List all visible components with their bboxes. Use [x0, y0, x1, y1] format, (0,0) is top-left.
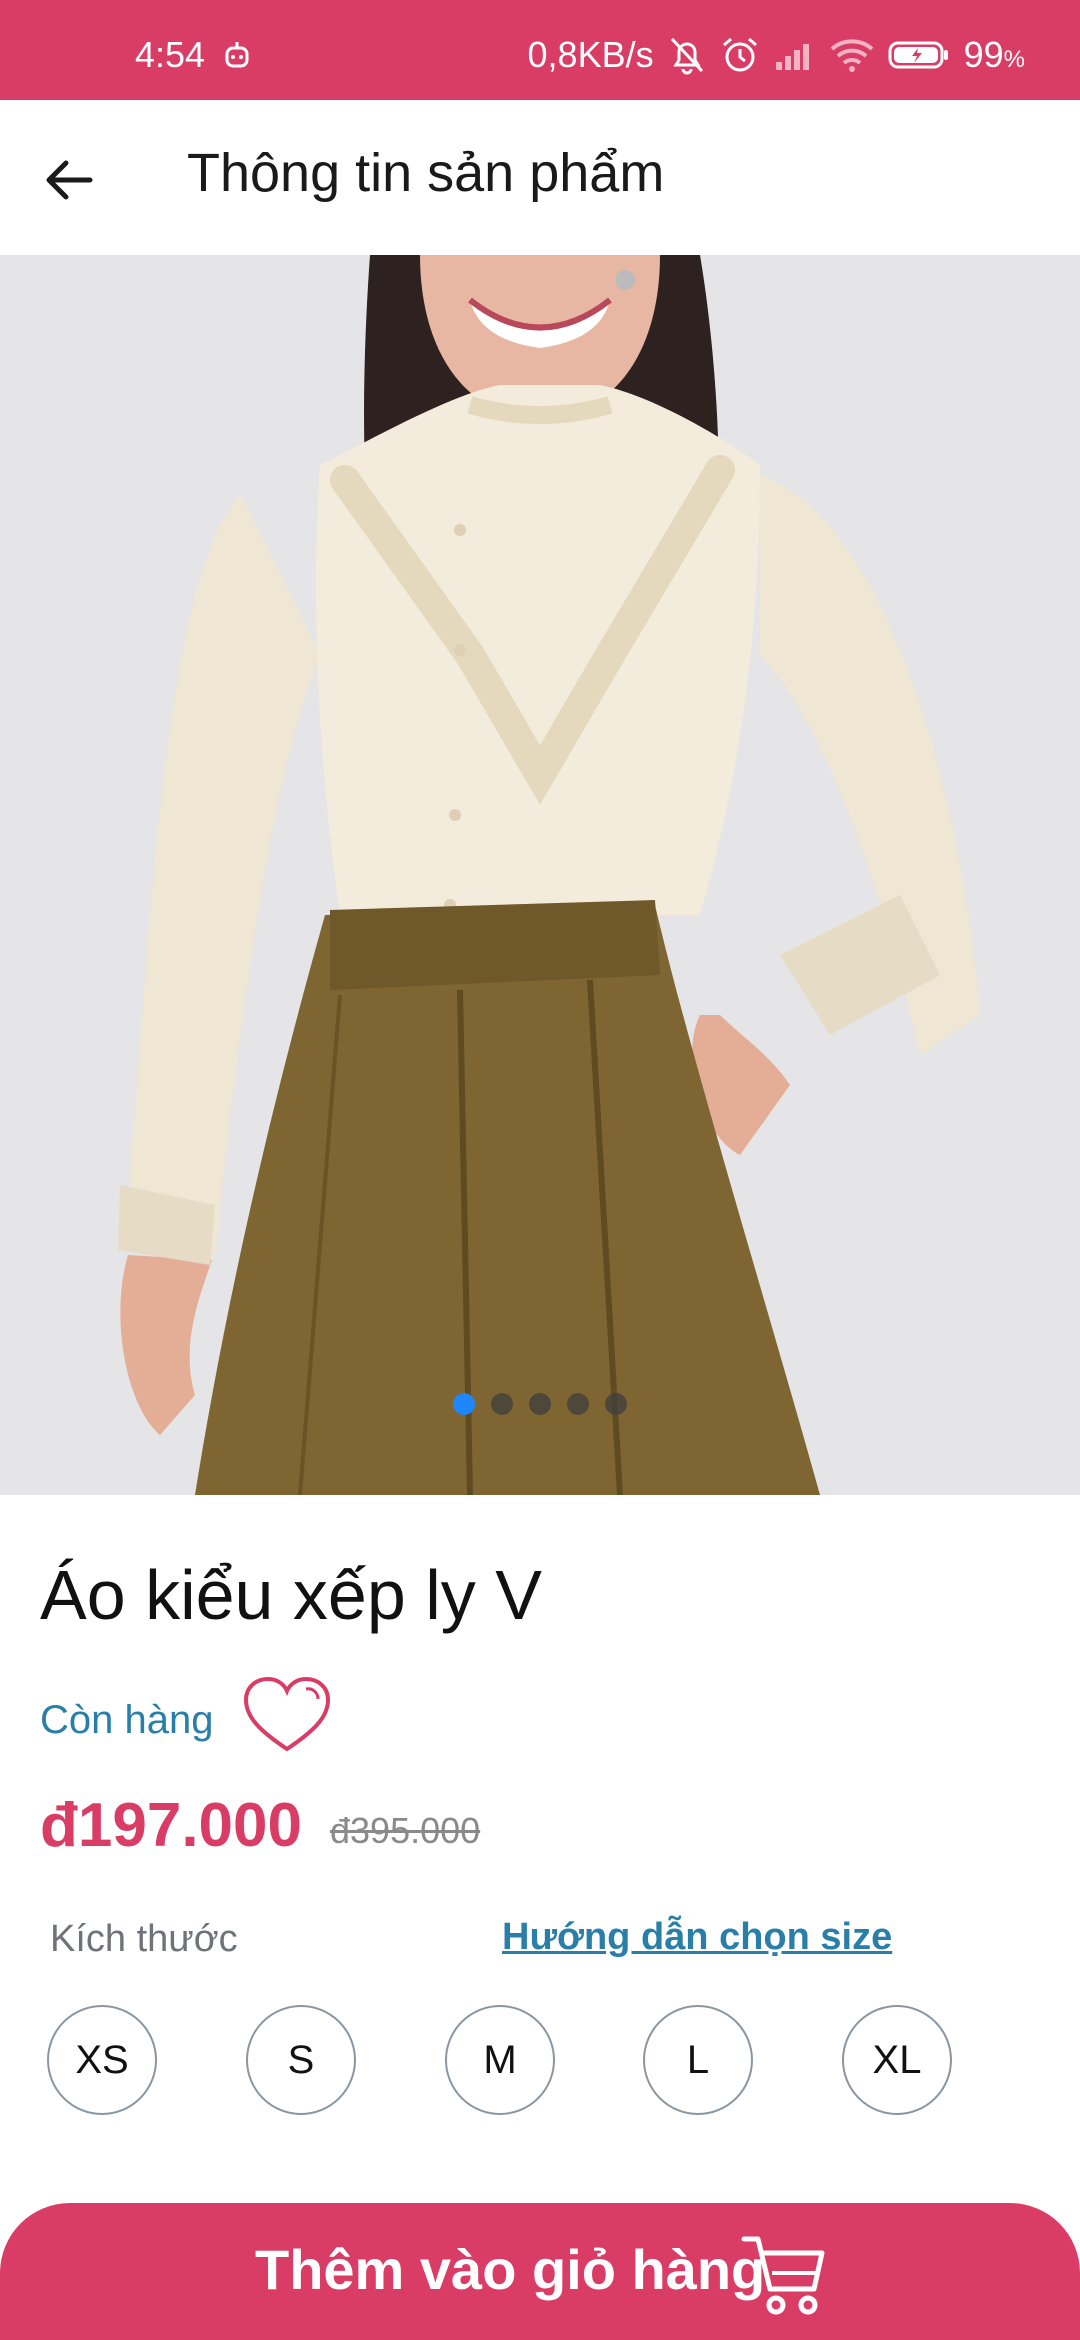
carousel-dot[interactable]	[567, 1393, 589, 1415]
size-option-m[interactable]: M	[445, 2005, 555, 2115]
product-image	[0, 255, 1080, 1495]
size-option-xl[interactable]: XL	[842, 2005, 952, 2115]
page-title: Thông tin sản phẩm	[187, 143, 665, 203]
mute-bell-icon	[670, 37, 703, 75]
original-price: đ395.000	[330, 1810, 481, 1851]
carousel-dots	[0, 1393, 1080, 1415]
status-time: 4:54	[135, 34, 206, 75]
size-option-l[interactable]: L	[643, 2005, 753, 2115]
size-option-s[interactable]: S	[246, 2005, 356, 2115]
add-to-cart-label: Thêm vào giỏ hàng	[255, 2238, 766, 2301]
product-image-carousel[interactable]	[0, 255, 1080, 1495]
size-options: XS S M L XL	[47, 2005, 1047, 2117]
stock-status: Còn hàng	[40, 1698, 214, 1742]
heart-icon[interactable]	[240, 1675, 335, 1755]
status-right: 0,8KB/s 99%	[528, 34, 1025, 76]
carousel-dot[interactable]	[529, 1393, 551, 1415]
wifi-icon	[830, 39, 873, 72]
size-option-xs[interactable]: XS	[47, 2005, 157, 2115]
carousel-dot[interactable]	[453, 1393, 475, 1415]
cart-icon	[741, 2236, 825, 2315]
app-bar: Thông tin sản phẩm	[0, 100, 1080, 256]
alarm-icon	[722, 37, 757, 72]
bot-notification-icon	[225, 42, 249, 68]
status-bar: 4:54 0,8KB/s 99%	[0, 0, 1080, 100]
battery-level: 99%	[963, 34, 1025, 75]
product-name: Áo kiểu xếp ly V	[40, 1556, 542, 1634]
battery-icon	[888, 41, 948, 69]
signal-icon	[775, 44, 809, 70]
add-to-cart-button[interactable]: Thêm vào giỏ hàng	[0, 2203, 1080, 2340]
net-speed: 0,8KB/s	[527, 34, 654, 75]
size-guide-link[interactable]: Hướng dẫn chọn size	[502, 1916, 892, 1959]
size-label: Kích thước	[50, 1918, 238, 1960]
arrow-left-icon[interactable]	[30, 140, 110, 220]
carousel-dot[interactable]	[491, 1393, 513, 1415]
carousel-dot[interactable]	[605, 1393, 627, 1415]
sale-price: đ197.000	[40, 1791, 302, 1860]
